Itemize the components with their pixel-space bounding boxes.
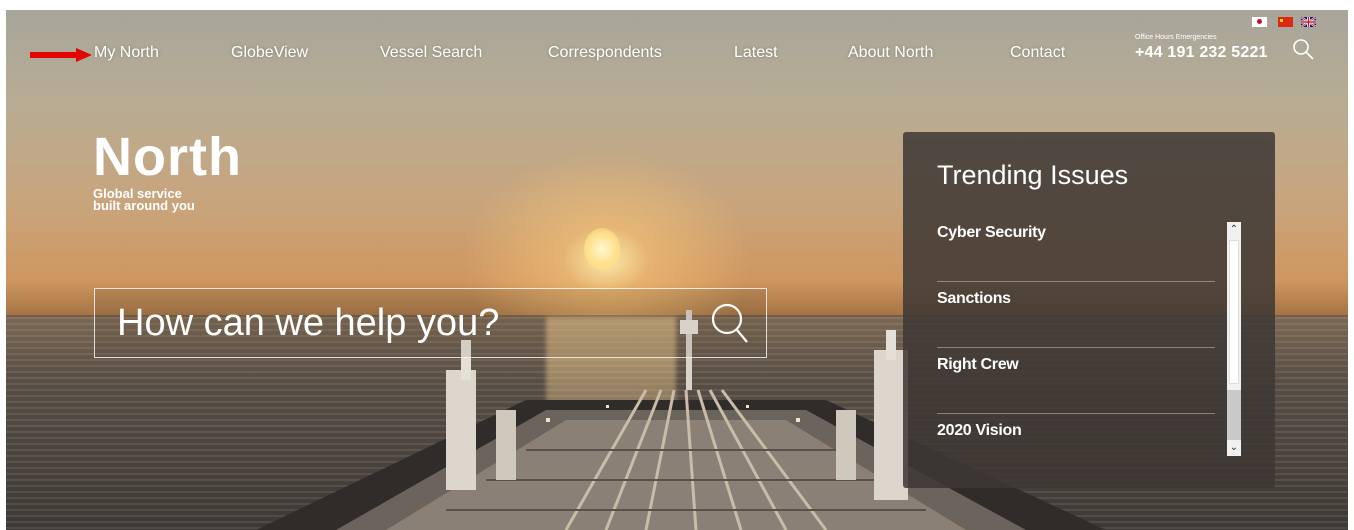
trending-item-2020-vision[interactable]: 2020 Vision <box>937 414 1215 480</box>
logo-wordmark: North <box>93 127 242 187</box>
nav-about-north[interactable]: About North <box>848 44 933 62</box>
trending-item-label: 2020 Vision <box>937 422 1022 439</box>
trending-scrollbar[interactable]: ⌃ ⌄ <box>1227 222 1241 456</box>
nav-contact[interactable]: Contact <box>1010 44 1065 62</box>
chevron-down-icon[interactable]: ⌄ <box>1227 440 1241 456</box>
scrollbar-thumb[interactable] <box>1229 240 1239 384</box>
uk-flag-icon[interactable] <box>1301 17 1316 27</box>
page: My North GlobeView Vessel Search Corresp… <box>0 0 1354 530</box>
emergency-phone-link[interactable]: +44 191 232 5221 <box>1135 44 1268 62</box>
search-icon[interactable] <box>710 302 750 344</box>
nav-latest[interactable]: Latest <box>734 44 778 62</box>
search-icon[interactable] <box>1292 38 1314 60</box>
north-logo[interactable]: North Global service built around you <box>93 130 242 212</box>
trending-issues-panel: Trending Issues Cyber Security Sanctions… <box>903 132 1275 488</box>
hero-search-box <box>94 288 767 358</box>
trending-item-label: Sanctions <box>937 290 1011 307</box>
trending-item-cyber-security[interactable]: Cyber Security <box>937 216 1215 282</box>
logo-tagline-line2: built around you <box>93 198 195 213</box>
hero-search-input[interactable] <box>117 297 677 349</box>
trending-item-label: Right Crew <box>937 356 1019 373</box>
office-hours-label: Office Hours Emergencies <box>1135 34 1217 41</box>
trending-title: Trending Issues <box>937 160 1129 190</box>
trending-list: Cyber Security Sanctions Right Crew 2020… <box>937 216 1215 480</box>
trending-item-label: Cyber Security <box>937 224 1046 241</box>
china-flag-icon[interactable] <box>1278 17 1293 27</box>
top-navigation: My North GlobeView Vessel Search Corresp… <box>0 0 1354 100</box>
japan-flag-icon[interactable] <box>1252 17 1267 27</box>
nav-vessel-search[interactable]: Vessel Search <box>380 44 482 62</box>
nav-globeview[interactable]: GlobeView <box>231 44 308 62</box>
arrow-right-icon <box>30 48 92 62</box>
nav-correspondents[interactable]: Correspondents <box>548 44 662 62</box>
scrollbar-track[interactable] <box>1227 390 1241 440</box>
trending-item-right-crew[interactable]: Right Crew <box>937 348 1215 414</box>
nav-my-north[interactable]: My North <box>94 44 159 62</box>
trending-item-sanctions[interactable]: Sanctions <box>937 282 1215 348</box>
chevron-up-icon[interactable]: ⌃ <box>1227 222 1241 238</box>
